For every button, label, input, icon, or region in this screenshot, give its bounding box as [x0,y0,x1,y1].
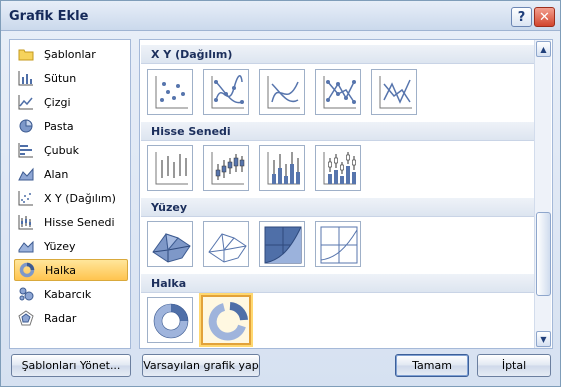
surface-chart-icon [18,238,34,254]
section-header-surface: Yüzey [141,198,534,217]
sidebar-item-column[interactable]: Sütun [14,67,128,89]
thumbnail-stock-ohlc[interactable] [203,145,249,191]
thumbnail-surface-contour[interactable] [259,221,305,267]
sidebar-item-label: Çizgi [44,95,71,109]
sidebar-item-label: Çubuk [44,143,79,157]
help-button[interactable]: ? [511,7,532,27]
dialog-title: Grafik Ekle [9,9,89,24]
area-chart-icon [18,166,34,182]
sidebar-item-doughnut[interactable]: Halka [14,259,128,281]
section-header-stock: Hisse Senedi [141,122,534,141]
stock-chart-icon [18,214,34,230]
chart-subtype-gallery: X Y (Dağılım) Hisse Senedi Yüzey Halka ▲… [139,39,553,349]
thumbnail-surface-3d[interactable] [147,221,193,267]
thumbnail-stock-hlc[interactable] [147,145,193,191]
title-bar: Grafik Ekle ? ✕ [1,1,560,31]
folder-icon [18,46,34,62]
manage-templates-button[interactable]: Şablonları Yönet... [11,354,131,377]
button-label: Şablonları Yönet... [21,359,121,372]
sidebar-item-label: X Y (Dağılım) [44,191,116,205]
thumbnail-scatter-markers[interactable] [147,69,193,115]
column-chart-icon [18,70,34,86]
scatter-chart-icon [18,190,34,206]
sidebar-item-label: Halka [45,263,76,277]
bubble-chart-icon [18,286,34,302]
sidebar-item-line[interactable]: Çizgi [14,91,128,113]
thumbnail-scatter-straight-markers[interactable] [315,69,361,115]
sidebar-item-label: Alan [44,167,69,181]
sidebar-item-templates[interactable]: Şablonlar [14,43,128,65]
close-button[interactable]: ✕ [534,7,555,27]
line-chart-icon [18,94,34,110]
thumbnail-scatter-straight[interactable] [371,69,417,115]
set-as-default-button[interactable]: Varsayılan grafik yap [142,354,260,377]
chevron-up-icon: ▲ [540,44,547,54]
thumbnail-surface-contour-wireframe[interactable] [315,221,361,267]
radar-chart-icon [18,310,34,326]
sidebar-item-label: Yüzey [44,239,76,253]
help-icon: ? [517,9,526,25]
cancel-button[interactable]: İptal [477,354,551,377]
chart-category-list: Şablonlar Sütun Çizgi Pasta Çubuk Alan X… [9,39,131,349]
sidebar-item-label: Şablonlar [44,47,96,61]
chevron-down-icon: ▼ [540,334,547,344]
button-label: Tamam [412,359,452,372]
thumbnail-surface-wireframe[interactable] [203,221,249,267]
section-header-scatter: X Y (Dağılım) [141,45,534,64]
sidebar-item-radar[interactable]: Radar [14,307,128,329]
sidebar-item-bubble[interactable]: Kabarcık [14,283,128,305]
sidebar-item-bar[interactable]: Çubuk [14,139,128,161]
sidebar-item-label: Sütun [44,71,77,85]
scroll-up-button[interactable]: ▲ [536,41,551,57]
insert-chart-dialog: Grafik Ekle ? ✕ Şablonlar Sütun Çizgi Pa… [0,0,561,387]
pie-chart-icon [18,118,34,134]
sidebar-item-label: Radar [44,311,77,325]
thumbnail-doughnut[interactable] [147,297,193,343]
scroll-thumb[interactable] [536,212,551,296]
section-header-doughnut: Halka [141,274,534,293]
thumbnail-stock-vhlc[interactable] [259,145,305,191]
gallery-scrollbar[interactable]: ▲ ▼ [534,40,551,348]
sidebar-item-scatter[interactable]: X Y (Dağılım) [14,187,128,209]
thumbnail-scatter-smooth[interactable] [259,69,305,115]
sidebar-item-label: Kabarcık [44,287,92,301]
thumbnail-doughnut-exploded[interactable] [201,295,251,345]
bar-chart-icon [18,142,34,158]
ok-button[interactable]: Tamam [395,354,469,377]
close-icon: ✕ [539,9,550,25]
scroll-down-button[interactable]: ▼ [536,331,551,347]
button-label: Varsayılan grafik yap [143,359,259,372]
thumbnail-scatter-smooth-markers[interactable] [203,69,249,115]
sidebar-item-label: Pasta [44,119,74,133]
sidebar-item-stock[interactable]: Hisse Senedi [14,211,128,233]
sidebar-item-label: Hisse Senedi [44,215,115,229]
sidebar-item-surface[interactable]: Yüzey [14,235,128,257]
doughnut-chart-icon [19,262,35,278]
thumbnail-stock-vohlc[interactable] [315,145,361,191]
sidebar-item-area[interactable]: Alan [14,163,128,185]
sidebar-item-pie[interactable]: Pasta [14,115,128,137]
button-label: İptal [501,359,527,372]
